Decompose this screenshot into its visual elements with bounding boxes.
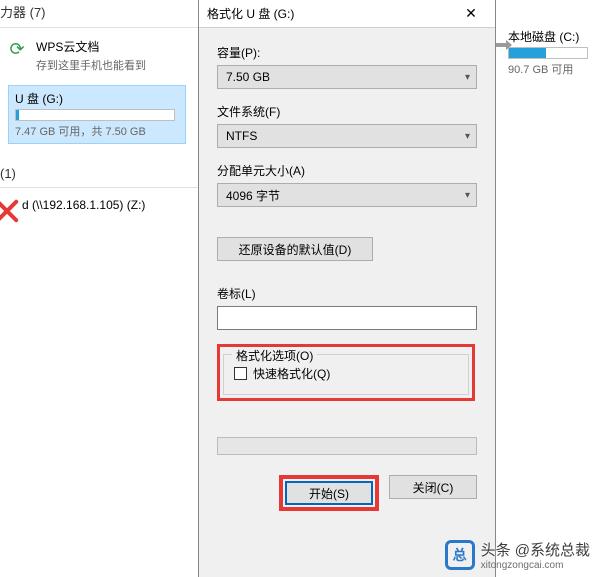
allocation-value: 4096 字节 <box>226 187 280 204</box>
local-disk-item[interactable]: 本地磁盘 (C:) 90.7 GB 可用 <box>508 28 596 77</box>
divider <box>0 27 200 28</box>
capacity-combo[interactable]: 7.50 GB ▾ <box>217 65 477 89</box>
volume-label-label: 卷标(L) <box>217 285 477 302</box>
format-options-label: 格式化选项(O) <box>232 347 317 364</box>
arrow-right-icon <box>496 40 512 50</box>
quick-format-label: 快速格式化(Q) <box>253 365 330 382</box>
chevron-down-icon: ▾ <box>465 72 470 83</box>
start-button[interactable]: 开始(S) <box>285 481 373 505</box>
local-disk-capacity-bar <box>508 47 588 59</box>
watermark-logo-icon: 总 <box>445 540 475 570</box>
capacity-label: 容量(P): <box>217 44 477 61</box>
watermark-url: xitongzongcai.com <box>481 560 590 571</box>
network-drive-name: d (\\192.168.1.105) (Z:) <box>22 198 194 212</box>
u-drive-name: U 盘 (G:) <box>15 90 179 107</box>
local-disk-name: 本地磁盘 (C:) <box>508 28 596 45</box>
format-dialog: 格式化 U 盘 (G:) ✕ 容量(P): 7.50 GB ▾ 文件系统(F) … <box>198 0 496 577</box>
watermark-brand: 头条 @系统总裁 <box>481 539 590 560</box>
quick-format-checkbox[interactable]: 快速格式化(Q) <box>234 365 458 382</box>
checkbox-icon <box>234 367 247 380</box>
wps-cloud-item[interactable]: ⟳ WPS云文档 存到这里手机也能看到 <box>0 34 200 77</box>
u-drive-item[interactable]: U 盘 (G:) 7.47 GB 可用，共 7.50 GB <box>8 85 186 144</box>
allocation-label: 分配单元大小(A) <box>217 162 477 179</box>
error-x-icon <box>0 198 20 224</box>
close-icon[interactable]: ✕ <box>455 3 487 25</box>
format-options-group: 格式化选项(O) 快速格式化(Q) <box>223 354 469 395</box>
explorer-right-column: 本地磁盘 (C:) 90.7 GB 可用 <box>508 28 596 77</box>
u-drive-capacity-bar <box>15 109 175 121</box>
dialog-titlebar[interactable]: 格式化 U 盘 (G:) ✕ <box>199 0 495 28</box>
restore-defaults-button[interactable]: 还原设备的默认值(D) <box>217 237 373 261</box>
divider <box>0 187 200 188</box>
filesystem-value: NTFS <box>226 129 257 143</box>
volume-label-input[interactable] <box>217 306 477 330</box>
filesystem-label: 文件系统(F) <box>217 103 477 120</box>
u-drive-capacity-text: 7.47 GB 可用，共 7.50 GB <box>15 123 179 139</box>
explorer-left-column: 力器 (7) ⟳ WPS云文档 存到这里手机也能看到 U 盘 (G:) 7.47… <box>0 0 200 222</box>
capacity-value: 7.50 GB <box>226 70 270 84</box>
local-disk-capacity-text: 90.7 GB 可用 <box>508 61 596 77</box>
close-button[interactable]: 关闭(C) <box>389 475 477 499</box>
wps-name: WPS云文档 <box>36 38 194 55</box>
allocation-combo[interactable]: 4096 字节 ▾ <box>217 183 477 207</box>
sync-icon: ⟳ <box>6 38 28 60</box>
filesystem-combo[interactable]: NTFS ▾ <box>217 124 477 148</box>
chevron-down-icon: ▾ <box>465 190 470 201</box>
dialog-title: 格式化 U 盘 (G:) <box>207 5 294 22</box>
network-drive-item[interactable]: d (\\192.168.1.105) (Z:) <box>0 194 200 218</box>
format-progress-bar <box>217 437 477 455</box>
wps-sub: 存到这里手机也能看到 <box>36 57 194 73</box>
devices-header: 力器 (7) <box>0 0 200 25</box>
network-header: (1) <box>0 164 200 185</box>
watermark: 总 头条 @系统总裁 xitongzongcai.com <box>445 539 590 571</box>
chevron-down-icon: ▾ <box>465 131 470 142</box>
